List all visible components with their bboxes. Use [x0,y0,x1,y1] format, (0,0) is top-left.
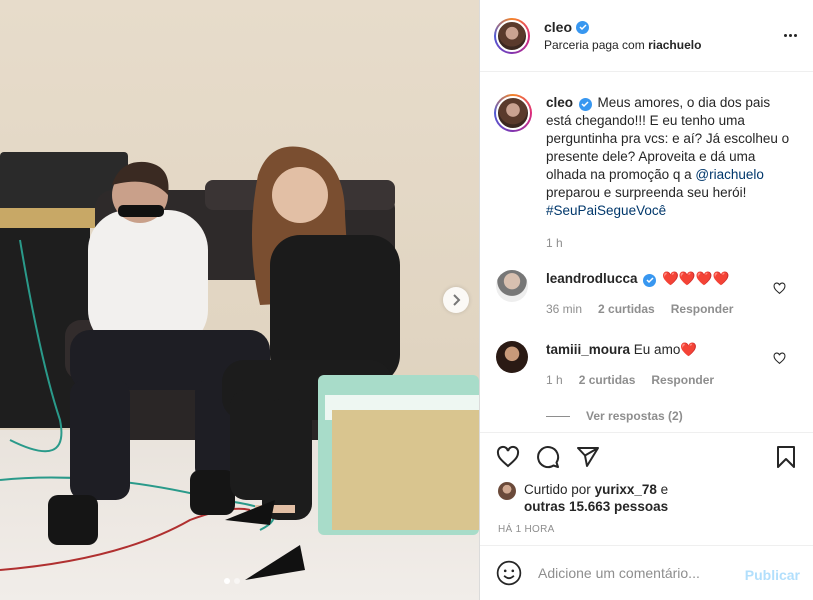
like-heart-icon[interactable] [496,445,520,469]
comment-text: tamiii_moura Eu amo❤️ [546,341,776,359]
like-comment-heart-icon[interactable] [773,282,786,295]
caption-text: cleo Meus amores, o dia dos pais está ch… [546,94,796,220]
avatar-image [496,19,528,52]
comment-meta: 36 min 2 curtidas Responder [546,302,776,316]
chevron-right-icon [453,294,461,306]
commenter-avatar[interactable] [496,270,528,302]
comment-content: Eu amo❤️ [633,342,698,357]
photo-scene [0,146,479,580]
post-caption: cleo Meus amores, o dia dos pais está ch… [494,94,796,220]
comment-likes[interactable]: 2 curtidas [598,302,655,316]
view-replies-button[interactable]: Ver respostas (2) [546,409,683,423]
verified-badge-icon [643,273,657,287]
comment-bubble-icon[interactable] [536,445,560,469]
partner-prefix: Parceria paga com [544,38,645,52]
instagram-post: cleo Parceria paga com riachuelo cleo Me… [0,0,813,600]
next-photo-button[interactable] [443,287,469,313]
comment-meta: 1 h 2 curtidas Responder [546,373,776,387]
liked-by-conj: e [660,482,669,497]
comment-username[interactable]: tamiii_moura [546,342,630,357]
post-timestamp[interactable]: HÁ 1 HORA [498,524,555,535]
comment-body: leandrodlucca ❤️❤️❤️❤️ 36 min 2 curtidas… [546,270,776,316]
carousel-dot-active [224,578,230,584]
reply-button[interactable]: Responder [651,373,714,387]
verified-badge-icon [576,20,590,34]
verified-badge-icon [578,97,592,111]
post-photo[interactable] [0,0,479,600]
caption-avatar[interactable] [494,94,532,132]
add-comment-bar: Publicar [480,545,813,600]
caption-body-2: preparou e surpreenda seu herói! [546,185,747,200]
caption-time[interactable]: 1 h [546,236,563,250]
paid-partnership: Parceria paga com riachuelo [544,38,701,52]
author-username-text[interactable]: cleo [544,19,572,35]
reply-button[interactable]: Responder [671,302,734,316]
liked-by: Curtido por yurixx_78 e outras 15.663 pe… [498,481,668,515]
publish-button[interactable]: Publicar [745,567,800,583]
carousel-dot [234,578,240,584]
header-text: cleo Parceria paga com riachuelo [544,19,701,52]
comment-time[interactable]: 36 min [546,302,582,316]
comment-likes[interactable]: 2 curtidas [579,373,636,387]
comment-text: leandrodlucca ❤️❤️❤️❤️ [546,270,776,288]
caption-time-text[interactable]: 1 h [546,236,563,250]
liker-username[interactable]: yurixx_78 [595,482,657,497]
author-avatar[interactable] [494,17,530,54]
partner-link[interactable]: riachuelo [648,38,701,52]
bookmark-icon[interactable] [774,445,798,469]
caption-mention-link[interactable]: @riachuelo [695,167,764,182]
liker-avatar[interactable] [498,482,516,500]
like-comment-heart-icon[interactable] [773,352,786,365]
likes-count-link[interactable]: outras 15.663 pessoas [524,499,668,514]
comment-item: tamiii_moura Eu amo❤️ 1 h 2 curtidas Res… [496,341,776,387]
replies-divider [546,415,570,417]
author-username[interactable]: cleo [544,19,590,35]
liked-by-text: Curtido por yurixx_78 e outras 15.663 pe… [524,481,668,515]
commenter-avatar[interactable] [496,341,528,373]
comments-section: cleo Meus amores, o dia dos pais está ch… [480,72,813,430]
comment-time[interactable]: 1 h [546,373,563,387]
share-direct-icon[interactable] [576,445,600,469]
emoji-icon[interactable] [496,560,522,586]
more-options-icon[interactable] [782,27,798,43]
liked-by-prefix: Curtido por [524,482,591,497]
comment-body: tamiii_moura Eu amo❤️ 1 h 2 curtidas Res… [546,341,776,387]
comment-input[interactable] [538,565,738,581]
post-actions: Curtido por yurixx_78 e outras 15.663 pe… [480,432,813,535]
post-sidebar: cleo Parceria paga com riachuelo cleo Me… [479,0,813,600]
action-icons [496,445,600,469]
comment-item: leandrodlucca ❤️❤️❤️❤️ 36 min 2 curtidas… [496,270,776,316]
comment-content: ❤️❤️❤️❤️ [662,271,730,286]
carousel-dots [224,578,240,584]
comment-username[interactable]: leandrodlucca [546,271,638,286]
view-replies-label[interactable]: Ver respostas (2) [586,409,683,423]
post-header: cleo Parceria paga com riachuelo [480,0,813,72]
caption-username[interactable]: cleo [546,95,573,110]
caption-hashtag-link[interactable]: #SeuPaiSegueVocê [546,202,796,220]
